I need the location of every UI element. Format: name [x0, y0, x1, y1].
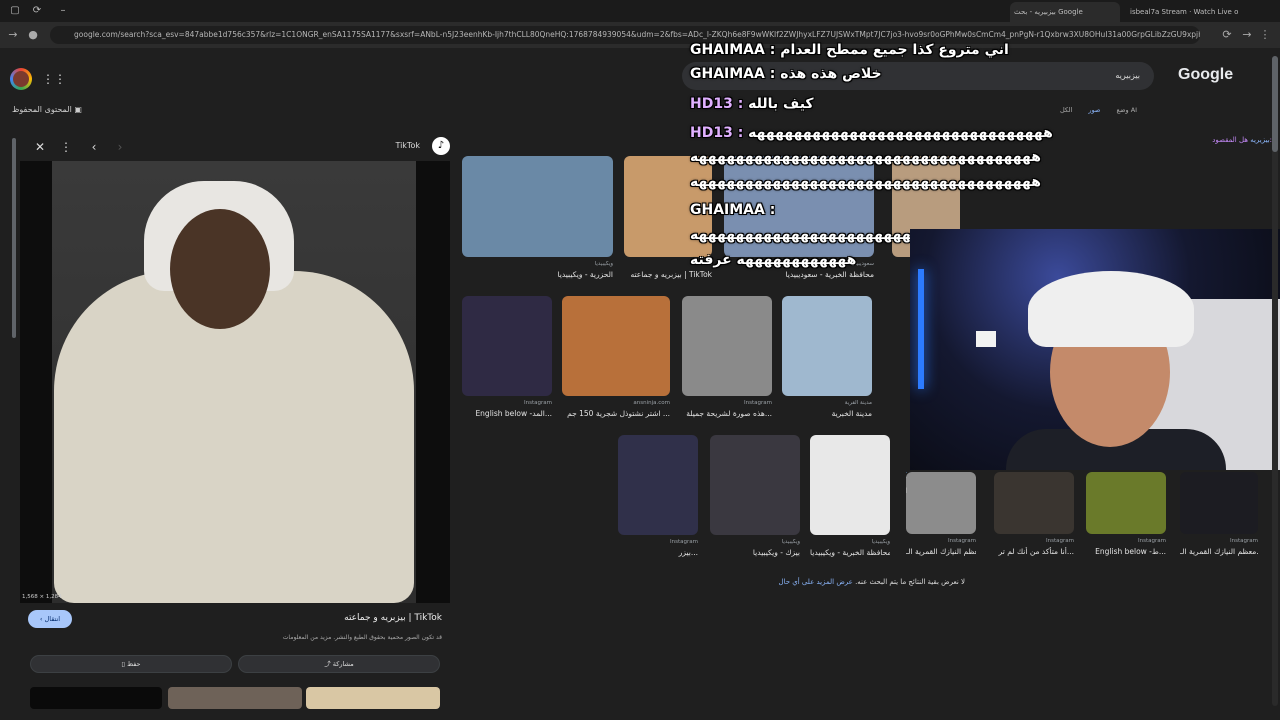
account-avatar[interactable]	[10, 68, 32, 90]
related-image[interactable]	[306, 687, 440, 709]
more-options-icon[interactable]: ⋮	[58, 139, 74, 155]
lens-icon[interactable]: ⌖	[424, 601, 438, 603]
result-thumbnail[interactable]	[462, 296, 552, 396]
save-button[interactable]: ▯ حفظ	[30, 655, 232, 673]
tiktok-icon: ♪	[432, 137, 450, 155]
result-caption[interactable]: اشتر نشتوذل شجرية 150 جم ...	[562, 409, 670, 418]
result-source[interactable]: Instagram	[1180, 538, 1258, 544]
result-source[interactable]: Instagram	[682, 400, 772, 406]
result-source[interactable]: Instagram	[906, 538, 976, 544]
result-thumbnail[interactable]	[906, 472, 907, 473]
apps-grid-icon[interactable]: ⋮⋮	[42, 72, 66, 86]
result-thumbnail[interactable]	[562, 296, 670, 396]
tab-ai-mode[interactable]: وضع AI	[1117, 106, 1138, 114]
browser-tab-bar: ▢ ⟳ – بيزبيريه - بحث Google isbeal7a Str…	[0, 0, 1280, 22]
result-thumbnail[interactable]	[624, 156, 712, 257]
results-notice: لا نعرض بقية النتائج ما يتم البحث عنه. ع…	[778, 578, 965, 586]
google-images-page: ⋮⋮ المحتوى المحفوظ ▣ ✕ ⋮ ‹ › TikTok ♪ ⌖ …	[0, 42, 1280, 720]
reload-icon[interactable]: ⟳	[1220, 28, 1234, 42]
search-tabs: الكل صور وضع AI	[1046, 106, 1137, 114]
chevron-right-icon[interactable]: ›	[112, 139, 128, 155]
page-scrollbar[interactable]	[1272, 56, 1278, 706]
image-dimensions: 1,568 × 1,284	[22, 594, 62, 600]
result-caption[interactable]: English below -ط...	[1086, 547, 1166, 556]
result-thumbnail[interactable]	[710, 435, 800, 535]
forward-icon[interactable]: →	[6, 28, 20, 42]
result-caption[interactable]: هذه صورة لشريحة جميلة...	[682, 409, 772, 418]
result-source[interactable]: TikTok	[624, 261, 712, 267]
address-bar-row: → ● google.com/search?sca_esv=847abbe1d7…	[0, 22, 1280, 48]
forward-nav-icon[interactable]: →	[1240, 28, 1254, 42]
result-caption[interactable]: بيزبريه و جماعته | TikTok	[624, 270, 712, 279]
result-caption[interactable]: معظم النيازك القمرية الـ...	[1180, 547, 1258, 556]
result-caption[interactable]: محافظة الخبرية - ويكيبيديا	[810, 548, 890, 557]
result-caption[interactable]: بيزك - ويكيبيديا	[710, 548, 800, 557]
result-thumbnail[interactable]	[724, 156, 874, 257]
related-image[interactable]	[30, 687, 162, 709]
show-more-link[interactable]: عرض المزيد على أي حال	[779, 578, 853, 586]
url-field[interactable]: google.com/search?sca_esv=847abbe1d756c3…	[50, 26, 1200, 44]
google-logo[interactable]: Google	[1178, 66, 1233, 84]
image-preview-panel: ✕ ⋮ ‹ › TikTok ♪ ⌖ 1,568 × 1,284 بيزبريه…	[14, 133, 454, 713]
chevron-left-icon[interactable]: ‹	[86, 139, 102, 155]
result-source[interactable]: ويكيبيديا	[462, 261, 613, 267]
result-caption[interactable]: الحزرية - ويكيبيديا	[462, 270, 613, 279]
result-source[interactable]: Instagram	[1086, 538, 1166, 544]
result-caption[interactable]: محافظة الخبرية - سعوديبيديا	[724, 270, 874, 279]
result-source[interactable]: مدينة القرية	[782, 400, 872, 406]
search-input[interactable]: بيزبيريه	[682, 62, 1154, 90]
result-thumbnail[interactable]	[1086, 472, 1166, 534]
reload-window-icon[interactable]: ⟳	[30, 4, 44, 18]
result-caption[interactable]: بيزر...	[618, 548, 698, 557]
result-source[interactable]: ansninja.com	[562, 400, 670, 406]
result-caption[interactable]: English below -المد...	[462, 409, 552, 418]
result-source[interactable]: سعوديبيديا	[724, 261, 875, 267]
result-source[interactable]: ويكيبيديا	[710, 539, 800, 545]
preview-toolbar: ✕ ⋮ ‹ › TikTok ♪	[14, 133, 454, 161]
preview-image[interactable]: ⌖	[20, 161, 450, 603]
minimize-icon[interactable]: –	[56, 4, 70, 18]
saved-content-link[interactable]: المحتوى المحفوظ ▣	[12, 105, 82, 114]
tab-google-search[interactable]: بيزبيريه - بحث Google	[1010, 2, 1120, 22]
result-caption[interactable]: متلازمة مالي حلق: هذا...	[906, 486, 907, 495]
result-source[interactable]: Instagram	[618, 539, 698, 545]
profile-icon[interactable]: ●	[26, 28, 40, 42]
close-icon[interactable]: ✕	[32, 139, 48, 155]
result-thumbnail[interactable]	[682, 296, 772, 396]
tab-stream[interactable]: isbeal7a Stream · Watch Live o	[1126, 2, 1246, 22]
related-image[interactable]	[168, 687, 302, 709]
tab-all[interactable]: الكل	[1060, 106, 1072, 114]
result-thumbnail[interactable]	[1180, 472, 1258, 534]
result-source[interactable]: ويكيبيديا	[810, 539, 890, 545]
tab-images[interactable]: صور	[1088, 106, 1100, 114]
visit-button[interactable]: ‹ انتقال	[28, 610, 72, 628]
result-thumbnail[interactable]	[618, 435, 698, 535]
result-thumbnail[interactable]	[810, 435, 890, 535]
result-thumbnail[interactable]	[994, 472, 1074, 534]
copyright-note: قد تكون الصور محمية بحقوق الطبع والنشر. …	[282, 634, 442, 641]
preview-title[interactable]: بيزبريه و جماعته | TikTok	[344, 613, 442, 623]
window-icon[interactable]: ▢	[8, 4, 22, 18]
menu-icon[interactable]: ⋮	[1258, 28, 1272, 42]
result-source[interactable]: TikTok	[906, 477, 907, 483]
result-thumbnail[interactable]	[906, 472, 976, 534]
webcam-overlay	[910, 229, 1280, 470]
did-you-mean-term[interactable]: بيزيريه	[1250, 136, 1269, 144]
result-caption[interactable]: معظم النيازك القمرية الـ...	[906, 547, 976, 556]
share-button[interactable]: ⤴ مشاركة	[238, 655, 440, 673]
result-caption[interactable]: أنا متأكد من أنك لم تر...	[994, 547, 1074, 556]
result-source[interactable]: Instagram	[994, 538, 1074, 544]
result-thumbnail[interactable]	[462, 156, 613, 257]
preview-scrollbar[interactable]	[12, 138, 16, 338]
result-thumbnail[interactable]	[782, 296, 872, 396]
result-caption[interactable]: مدينة الخبرية	[782, 409, 872, 418]
did-you-mean: بيزيريه هل المقصود:	[1212, 136, 1272, 144]
result-source[interactable]: Instagram	[462, 400, 552, 406]
preview-source[interactable]: TikTok	[395, 141, 420, 150]
